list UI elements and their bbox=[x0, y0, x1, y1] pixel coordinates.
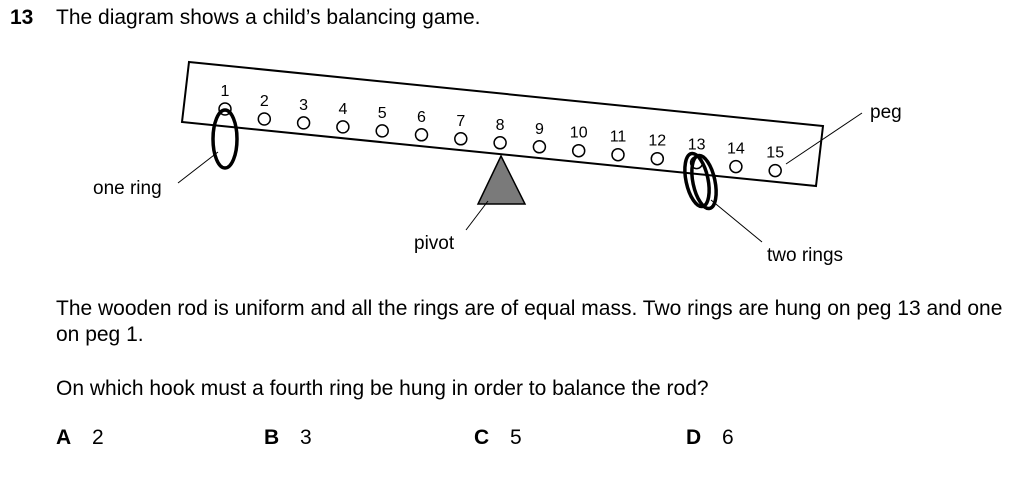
leader-one-ring bbox=[177, 151, 219, 184]
peg-number-4: 4 bbox=[338, 101, 347, 118]
option-b[interactable]: B3 bbox=[264, 426, 312, 450]
option-b-letter: B bbox=[264, 426, 280, 449]
peg-12 bbox=[650, 151, 665, 166]
peg-number-2: 2 bbox=[260, 93, 269, 110]
peg-number-8: 8 bbox=[496, 117, 505, 134]
peg-2 bbox=[257, 112, 272, 126]
option-d-letter: D bbox=[686, 426, 702, 449]
option-d[interactable]: D6 bbox=[686, 426, 734, 450]
peg-number-1: 1 bbox=[221, 83, 230, 100]
peg-number-15: 15 bbox=[766, 145, 784, 162]
peg-5 bbox=[375, 124, 389, 138]
label-pivot: pivot bbox=[414, 233, 455, 254]
option-c-value: 5 bbox=[510, 426, 522, 449]
peg-number-12: 12 bbox=[648, 133, 666, 150]
option-a-letter: A bbox=[56, 426, 72, 449]
option-d-value: 6 bbox=[722, 426, 734, 449]
peg-8 bbox=[493, 136, 507, 150]
peg-9 bbox=[532, 140, 547, 154]
peg-number-5: 5 bbox=[378, 105, 387, 122]
label-two-rings: two rings bbox=[767, 245, 843, 266]
option-c[interactable]: C5 bbox=[474, 426, 522, 450]
peg-number-10: 10 bbox=[570, 125, 588, 142]
peg-15 bbox=[768, 163, 782, 178]
peg-4 bbox=[336, 120, 350, 134]
option-b-value: 3 bbox=[300, 426, 312, 449]
paragraph-question: On which hook must a fourth ring be hung… bbox=[56, 377, 709, 400]
leader-pivot bbox=[465, 200, 489, 231]
peg-10 bbox=[571, 143, 586, 158]
option-a-value: 2 bbox=[92, 426, 104, 449]
peg-number-14: 14 bbox=[727, 141, 745, 158]
peg-11 bbox=[611, 147, 625, 162]
pivot-triangle bbox=[476, 154, 527, 205]
peg-7 bbox=[454, 132, 468, 146]
peg-number-3: 3 bbox=[299, 97, 308, 114]
peg-3 bbox=[296, 116, 311, 130]
label-peg: peg bbox=[870, 102, 902, 123]
leader-two-rings bbox=[710, 199, 763, 243]
option-c-letter: C bbox=[474, 426, 490, 449]
peg-number-6: 6 bbox=[417, 109, 426, 126]
peg-number-13: 13 bbox=[688, 137, 706, 154]
option-a[interactable]: A2 bbox=[56, 426, 104, 450]
peg-6 bbox=[414, 128, 429, 142]
balance-diagram: 12 3 4 5 6 7 8 9 10 11 12 13 14 15 one ring pivot peg… bbox=[93, 60, 902, 266]
peg-number-11: 11 bbox=[610, 129, 627, 146]
peg-14 bbox=[729, 159, 743, 174]
paragraph-rod-description: The wooden rod is uniform and all the ri… bbox=[56, 297, 1003, 346]
label-one-ring: one ring bbox=[93, 178, 162, 199]
peg-number-9: 9 bbox=[535, 121, 544, 138]
peg-number-7: 7 bbox=[456, 113, 465, 130]
